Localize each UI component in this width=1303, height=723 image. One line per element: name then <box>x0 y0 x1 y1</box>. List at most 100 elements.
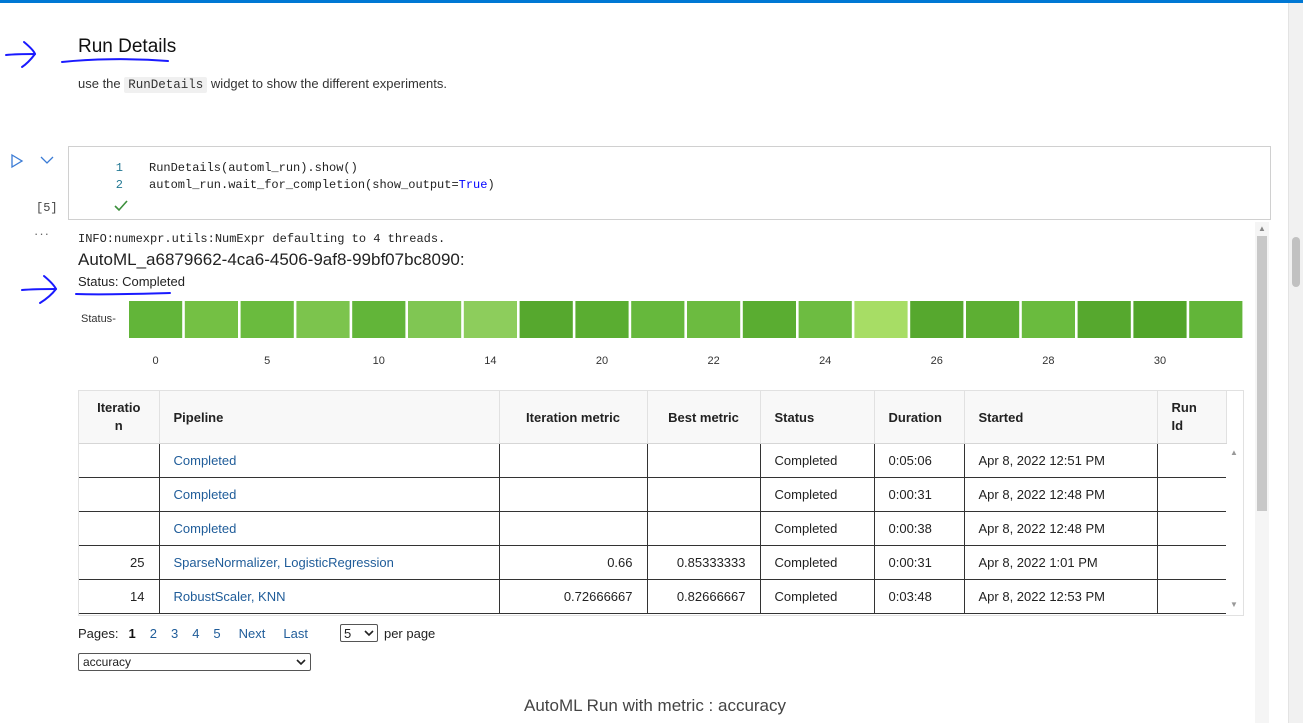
cell-iteration-metric: 0.66 <box>499 545 648 580</box>
scrollbar-thumb[interactable] <box>1292 237 1300 287</box>
inline-code: RunDetails <box>124 77 208 93</box>
page-link-2[interactable]: 2 <box>150 626 157 641</box>
cell-iteration <box>79 477 160 512</box>
page-link-3[interactable]: 3 <box>171 626 178 641</box>
output-toggle[interactable]: ··· <box>34 226 50 241</box>
heatmap-cell[interactable] <box>352 301 406 338</box>
cell-iteration: 14 <box>79 579 160 614</box>
x-tick-label: 10 <box>373 355 385 367</box>
cell-best-metric <box>647 477 761 512</box>
header-duration[interactable]: Duration <box>874 391 965 444</box>
chart-ylabel: Status- <box>81 313 116 325</box>
heatmap-cell[interactable] <box>184 301 238 338</box>
cell-iteration-metric <box>499 511 648 546</box>
heatmap-cell[interactable] <box>1021 301 1075 338</box>
cell-pipeline-link[interactable]: Completed <box>159 511 500 546</box>
annotation-arrow-icon <box>5 41 37 68</box>
x-tick-label: 0 <box>153 355 159 367</box>
cell-run-id <box>1157 545 1227 580</box>
last-page-link[interactable]: Last <box>283 626 308 641</box>
heatmap-cell[interactable] <box>463 301 517 338</box>
table-row[interactable]: 25 SparseNormalizer, LogisticRegression … <box>79 545 1227 580</box>
heatmap-cell[interactable] <box>631 301 685 338</box>
cell-best-metric: 0.85333333 <box>647 545 761 580</box>
cell-status: Completed <box>760 579 875 614</box>
next-page-link[interactable]: Next <box>239 626 266 641</box>
metric-chart-title: AutoML Run with metric : accuracy <box>524 696 787 715</box>
cell-duration: 0:03:48 <box>874 579 965 614</box>
cell-duration: 0:00:31 <box>874 545 965 580</box>
run-cell-icon[interactable] <box>8 152 26 170</box>
page-scrollbar[interactable] <box>1288 3 1303 723</box>
cell-best-metric <box>647 443 761 478</box>
table-scrollbar[interactable]: ▲ ▼ <box>1226 444 1243 615</box>
cell-started: Apr 8, 2022 12:53 PM <box>964 579 1158 614</box>
run-status: Status: Completed <box>78 274 185 289</box>
heatmap-cell[interactable] <box>296 301 350 338</box>
table-row[interactable]: Completed Completed 0:00:31 Apr 8, 2022 … <box>79 477 1227 512</box>
metric-dropdown[interactable]: accuracy <box>78 653 311 671</box>
header-pipeline[interactable]: Pipeline <box>159 391 500 444</box>
heatmap-cell[interactable] <box>687 301 741 338</box>
heatmap-cell[interactable] <box>519 301 573 338</box>
cell-pipeline-link[interactable]: RobustScaler, KNN <box>159 579 500 614</box>
execution-count: [5] <box>36 201 58 215</box>
heatmap-cell[interactable] <box>1133 301 1187 338</box>
scroll-down-icon[interactable]: ▼ <box>1230 600 1238 609</box>
cell-pipeline-link[interactable]: SparseNormalizer, LogisticRegression <box>159 545 500 580</box>
x-tick-label: 28 <box>1042 355 1054 367</box>
header-status[interactable]: Status <box>760 391 875 444</box>
cell-iteration-metric: 0.72666667 <box>499 579 648 614</box>
header-iteration[interactable]: Iteratio n <box>79 391 160 444</box>
heatmap-cell[interactable] <box>575 301 629 338</box>
code-text: automl_run.wait_for_completion(show_outp… <box>149 178 459 192</box>
header-started[interactable]: Started <box>964 391 1158 444</box>
page-link-5[interactable]: 5 <box>213 626 220 641</box>
heatmap-cell[interactable] <box>408 301 462 338</box>
output-scrollbar[interactable]: ▲ <box>1255 222 1269 723</box>
heatmap-cell[interactable] <box>240 301 294 338</box>
page-link-1[interactable]: 1 <box>128 626 135 641</box>
scroll-up-icon[interactable]: ▲ <box>1258 224 1266 233</box>
cell-started: Apr 8, 2022 12:48 PM <box>964 511 1158 546</box>
table-row[interactable]: Completed Completed 0:05:06 Apr 8, 2022 … <box>79 443 1227 478</box>
heatmap-cell[interactable] <box>1077 301 1131 338</box>
header-run-id[interactable]: Run Id <box>1157 391 1227 444</box>
cell-status: Completed <box>760 477 875 512</box>
cell-started: Apr 8, 2022 1:01 PM <box>964 545 1158 580</box>
cell-pipeline-link[interactable]: Completed <box>159 477 500 512</box>
chevron-down-icon[interactable] <box>38 151 56 169</box>
header-iteration-metric[interactable]: Iteration metric <box>499 391 648 444</box>
cell-run-id <box>1157 477 1227 512</box>
chart-ylabel-text: Status <box>81 313 113 325</box>
markdown-heading: Run Details <box>78 36 177 57</box>
chevron-down-icon <box>364 630 374 637</box>
tick-mark: - <box>112 313 116 325</box>
heatmap-cell[interactable] <box>798 301 852 338</box>
heatmap-cell[interactable] <box>129 301 183 338</box>
line-number: 1 <box>115 161 123 175</box>
table-row[interactable]: 14 RobustScaler, KNN 0.72666667 0.826666… <box>79 579 1227 614</box>
x-tick-label: 5 <box>264 355 270 367</box>
desc-text-before: use the <box>78 76 121 91</box>
code-text: ) <box>487 178 495 192</box>
table-row[interactable]: Completed Completed 0:00:38 Apr 8, 2022 … <box>79 511 1227 546</box>
cell-started: Apr 8, 2022 12:48 PM <box>964 477 1158 512</box>
heatmap-cell[interactable] <box>966 301 1020 338</box>
heatmap-cell[interactable] <box>742 301 796 338</box>
page-link-4[interactable]: 4 <box>192 626 199 641</box>
cell-best-metric <box>647 511 761 546</box>
header-best-metric[interactable]: Best metric <box>647 391 761 444</box>
code-editor[interactable]: 1 RunDetails(automl_run).show() 2 automl_r… <box>68 146 1271 220</box>
checkmark-icon <box>114 200 128 212</box>
per-page-select[interactable]: 5 <box>339 624 378 642</box>
status-heatmap: 0 5 10 14 20 22 24 26 28 30 <box>129 301 1243 367</box>
scrollbar-thumb[interactable] <box>1257 236 1267 511</box>
heatmap-cell[interactable] <box>854 301 908 338</box>
cell-pipeline-link[interactable]: Completed <box>159 443 500 478</box>
scroll-up-icon[interactable]: ▲ <box>1230 448 1238 457</box>
per-page-label: per page <box>383 625 436 641</box>
heatmap-cell[interactable] <box>1189 301 1243 338</box>
desc-text-after: widget to show the different experiments… <box>210 76 447 91</box>
heatmap-cell[interactable] <box>910 301 964 338</box>
